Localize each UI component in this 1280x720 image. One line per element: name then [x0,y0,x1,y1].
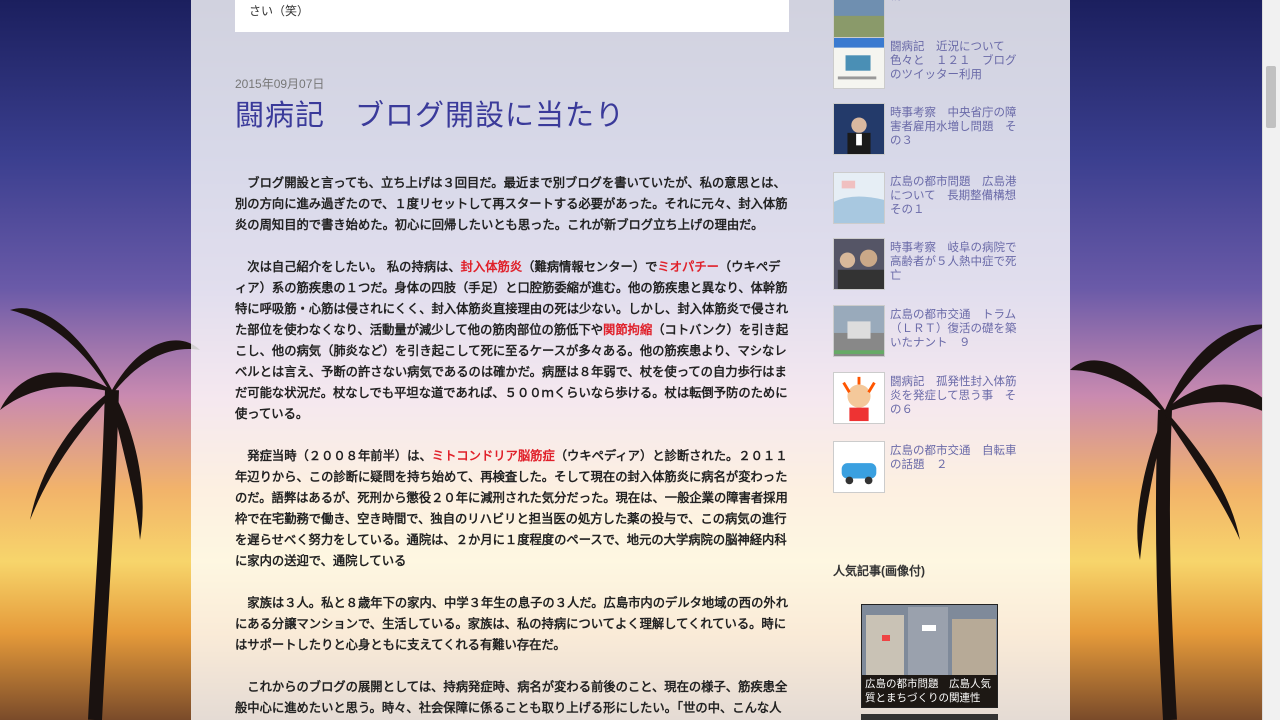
paragraph-text: （難病情報センター）で [522,260,658,274]
related-post-link[interactable]: 構想 その２ [890,0,1020,3]
related-post-link[interactable]: 闘病記 近況について色々と １２１ ブログのツイッター利用 [890,40,1020,82]
related-post-thumbnail[interactable] [833,103,885,155]
post-title[interactable]: 闘病記 ブログ開設に当たり [235,92,625,134]
previous-post-comment-box: さい（笑） [235,0,789,32]
comment-text: さい（笑） [249,4,310,18]
inline-link[interactable]: 関節拘縮 [603,323,652,337]
related-post-thumbnail[interactable] [833,441,885,493]
related-post-item[interactable]: 時事考察 岐阜の病院で高齢者が５人熱中症で死亡 [833,238,1033,298]
post-body: ブログ開設と言っても、立ち上げは３回目だ。最近まで別ブログを書いていたが、私の意… [235,173,800,720]
popular-post-card[interactable]: 広島の都市問題 広島人気質とまちづくりの関連性 [861,604,998,708]
paragraph-text: （コトバンク）を引き起こし、他の病気（肺炎など）を引き起こして死に至るケースが多… [235,323,789,421]
popular-post-card-next[interactable] [861,714,998,720]
related-post-thumbnail[interactable] [833,238,885,290]
related-post-link[interactable]: 時事考察 中央省庁の障害者雇用水増し問題 その３ [890,106,1020,148]
paragraph-text: 発症当時（２００８年前半）は、 [247,449,432,463]
popular-posts-heading: 人気記事(画像付) [833,564,925,578]
paragraph-text: 次は自己紹介をしたい。 私の持病は、 [247,260,461,274]
post-paragraph: 次は自己紹介をしたい。 私の持病は、封入体筋炎（難病情報センター）でミオパチー （… [235,257,800,425]
page-container: さい（笑） 2015年09月07日 闘病記 ブログ開設に当たり ブログ開設と言っ… [191,0,1070,720]
paragraph-text: これからのブログの展開としては、持病発症時、病名が変わる前後のこと、現在の様子、… [235,680,788,715]
related-post-thumbnail[interactable] [833,372,885,424]
related-post-thumbnail[interactable] [833,305,885,357]
related-post-thumbnail[interactable] [833,37,885,89]
inline-link[interactable]: ミオパチー [657,260,719,274]
inline-link[interactable]: 封入体筋炎 [461,260,523,274]
related-post-link[interactable]: 時事考察 岐阜の病院で高齢者が５人熱中症で死亡 [890,241,1020,283]
post-date: 2015年09月07日 [235,77,325,91]
related-post-link[interactable]: 広島の都市交通 トラム（ＬＲＴ）復活の礎を築いたナント ９ [890,308,1020,350]
paragraph-text: ブログ開設と言っても、立ち上げは３回目だ。最近まで別ブログを書いていたが、私の意… [235,176,788,232]
related-post-item[interactable]: 闘病記 孤発性封入体筋炎を発症して思う事 その６ [833,372,1033,432]
scrollbar-thumb[interactable] [1266,66,1276,128]
post-paragraph: これからのブログの展開としては、持病発症時、病名が変わる前後のこと、現在の様子、… [235,677,789,719]
inline-link[interactable]: ミトコンドリア脳筋症 [432,449,555,463]
related-post-link[interactable]: 広島の都市問題 広島港について 長期整備構想その１ [890,175,1020,217]
related-post-item[interactable]: 広島の都市交通 自転車の話題 ２ [833,441,1033,501]
paragraph-text: （ウキペディア）と診断された。２０１１年辺りから、この診断に疑問を持ち始めて、再… [235,449,788,568]
page-scrollbar[interactable] [1262,0,1280,720]
related-post-link[interactable]: 闘病記 孤発性封入体筋炎を発症して思う事 その６ [890,375,1020,417]
related-post-item[interactable]: 時事考察 中央省庁の障害者雇用水増し問題 その３ [833,103,1033,163]
post-paragraph: ブログ開設と言っても、立ち上げは３回目だ。最近まで別ブログを書いていたが、私の意… [235,173,789,236]
paragraph-text: 家族は３人。私と８歳年下の家内、中学３年生の息子の３人だ。広島市内のデルタ地域の… [235,596,788,652]
popular-post-caption[interactable]: 広島の都市問題 広島人気質とまちづくりの関連性 [862,675,997,707]
palm-tree-right-decoration [1070,324,1280,720]
post-paragraph: 家族は３人。私と８歳年下の家内、中学３年生の息子の３人だ。広島市内のデルタ地域の… [235,593,789,656]
related-post-item[interactable]: 広島の都市交通 トラム（ＬＲＴ）復活の礎を築いたナント ９ [833,305,1033,365]
related-post-thumbnail[interactable] [833,172,885,224]
palm-tree-left-decoration [0,308,200,720]
related-post-item[interactable]: 闘病記 近況について色々と １２１ ブログのツイッター利用 [833,37,1033,97]
related-post-item[interactable]: 広島の都市問題 広島港について 長期整備構想その１ [833,172,1033,232]
related-post-thumbnail[interactable] [833,0,885,38]
related-post-link[interactable]: 広島の都市交通 自転車の話題 ２ [890,444,1020,472]
post-paragraph: 発症当時（２００８年前半）は、ミトコンドリア脳筋症（ウキペディア）と診断された。… [235,446,789,572]
